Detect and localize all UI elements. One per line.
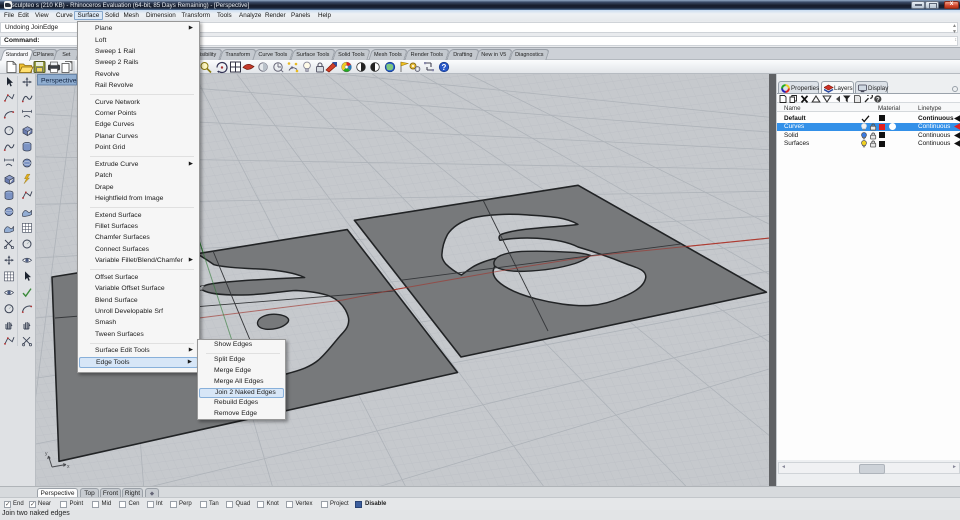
svg-text:Perspective: Perspective (41, 77, 77, 84)
svg-text:?: ? (442, 63, 447, 72)
